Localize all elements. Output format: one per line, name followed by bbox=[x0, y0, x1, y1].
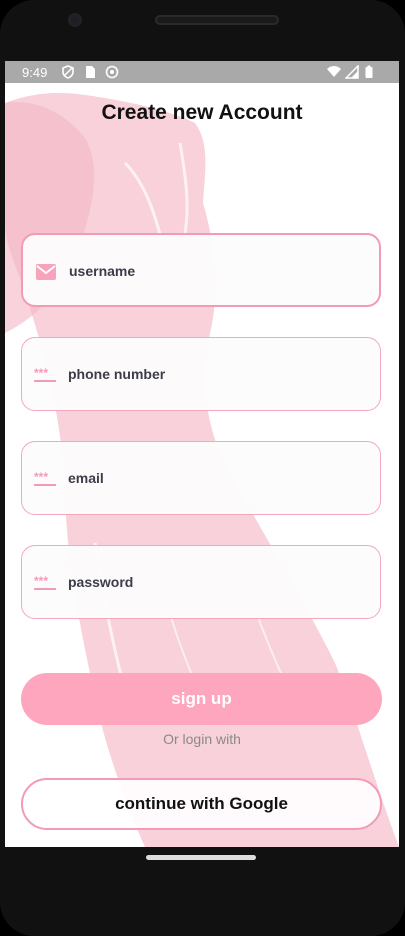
phone-field[interactable]: *** bbox=[21, 337, 381, 411]
status-bar: 9:49 bbox=[5, 61, 399, 83]
sim-card-icon bbox=[86, 66, 95, 78]
status-time: 9:49 bbox=[22, 65, 48, 80]
home-gesture-bar[interactable] bbox=[146, 855, 256, 860]
circle-icon bbox=[105, 65, 119, 79]
password-dots-icon: *** bbox=[34, 574, 56, 590]
phone-frame: 9:49 Create new Account *** *** *** bbox=[0, 0, 405, 936]
sign-up-button[interactable]: sign up bbox=[21, 673, 382, 725]
svg-text:***: *** bbox=[34, 574, 48, 588]
password-dots-icon: *** bbox=[34, 470, 56, 486]
svg-text:***: *** bbox=[34, 366, 48, 380]
email-field[interactable]: *** bbox=[21, 441, 381, 515]
signal-icon bbox=[345, 65, 359, 79]
username-field[interactable] bbox=[21, 233, 381, 307]
wifi-icon bbox=[327, 66, 341, 77]
shield-icon bbox=[62, 65, 74, 79]
app-screen: 9:49 Create new Account *** *** *** bbox=[5, 61, 399, 847]
earpiece-speaker bbox=[155, 15, 279, 25]
mail-icon bbox=[36, 264, 56, 280]
continue-with-google-button[interactable]: continue with Google bbox=[21, 778, 382, 830]
password-dots-icon: *** bbox=[34, 366, 56, 382]
phone-input[interactable] bbox=[68, 362, 358, 386]
or-login-with-label: Or login with bbox=[163, 731, 241, 747]
svg-text:***: *** bbox=[34, 470, 48, 484]
username-input[interactable] bbox=[69, 259, 359, 283]
password-field[interactable]: *** bbox=[21, 545, 381, 619]
battery-icon bbox=[365, 65, 373, 78]
front-camera bbox=[68, 13, 82, 27]
email-input[interactable] bbox=[68, 466, 358, 490]
page-title: Create new Account bbox=[101, 101, 303, 124]
password-input[interactable] bbox=[68, 570, 358, 594]
